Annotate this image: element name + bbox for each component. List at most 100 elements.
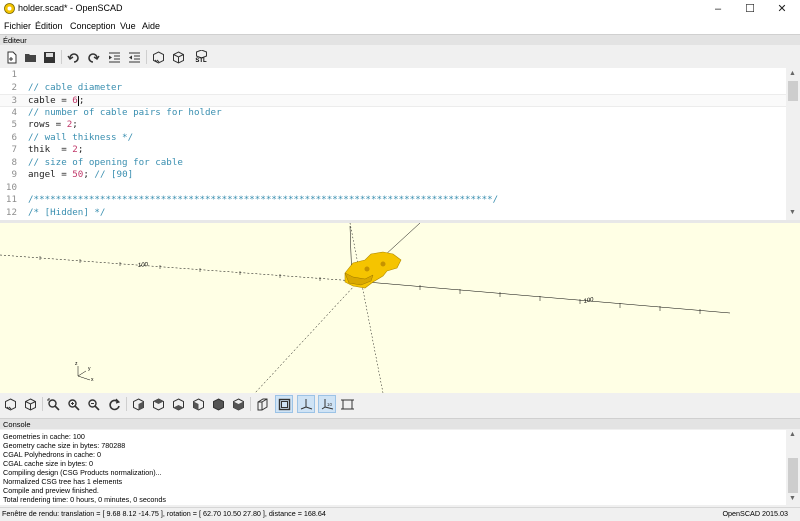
editor-scrollbar[interactable]: ▲ ▼ bbox=[786, 68, 800, 220]
new-file-icon[interactable] bbox=[3, 49, 19, 65]
console-line: CGAL cache size in bytes: 0 bbox=[3, 459, 94, 468]
console-line: Compile and preview finished. bbox=[3, 486, 99, 495]
orthogonal-icon[interactable] bbox=[275, 395, 293, 413]
editor-scroll-thumb[interactable] bbox=[788, 81, 798, 101]
console-panel-title: Console bbox=[0, 418, 800, 429]
view-top-icon[interactable] bbox=[150, 396, 166, 412]
view-left-icon[interactable] bbox=[190, 396, 206, 412]
menu-vue[interactable]: Vue bbox=[120, 21, 136, 31]
code-line[interactable]: 9 angel = 50; // [90] bbox=[0, 169, 786, 182]
redo-icon[interactable] bbox=[85, 49, 101, 65]
axis-indicator-x: x bbox=[91, 377, 94, 383]
code-line[interactable]: 11 /*************************************… bbox=[0, 194, 786, 207]
code-text: // wall thikness */ bbox=[28, 132, 133, 145]
view-right-icon[interactable] bbox=[130, 396, 146, 412]
console-scroll-up[interactable]: ▲ bbox=[789, 431, 796, 438]
toolbar-separator bbox=[250, 397, 251, 411]
axis-x-negative bbox=[0, 254, 356, 282]
console-line: Total rendering time: 0 hours, 0 minutes… bbox=[3, 495, 167, 504]
code-line[interactable]: 3 cable = 6; bbox=[0, 94, 786, 107]
scale-label-right: 100 bbox=[583, 297, 595, 305]
code-line[interactable]: 2 // cable diameter bbox=[0, 82, 786, 95]
close-button[interactable]: ✕ bbox=[765, 0, 799, 18]
code-line[interactable]: 1 bbox=[0, 69, 786, 82]
code-line[interactable]: 5 rows = 2; bbox=[0, 119, 786, 132]
console-scroll-thumb[interactable] bbox=[788, 458, 798, 493]
scroll-down-arrow[interactable]: ▼ bbox=[789, 209, 796, 216]
undo-icon[interactable] bbox=[65, 49, 81, 65]
code-editor[interactable]: 1 2 // cable diameter 3 cable = 6; 4 // number… bbox=[0, 68, 786, 220]
window-title: holder.scad* - OpenSCAD bbox=[18, 3, 123, 13]
axis-z-negative bbox=[254, 284, 356, 393]
code-text: // number of cable pairs for holder bbox=[28, 107, 222, 120]
zoom-out-icon[interactable] bbox=[85, 396, 101, 412]
code-token: /* [Hidden] */ bbox=[28, 206, 106, 218]
console-line: Geometries in cache: 100 bbox=[3, 432, 85, 441]
view-bottom-icon[interactable] bbox=[170, 396, 186, 412]
perspective-icon[interactable] bbox=[254, 396, 270, 412]
code-text: // cable diameter bbox=[28, 82, 122, 95]
code-line[interactable]: 4 // number of cable pairs for holder bbox=[0, 107, 786, 120]
code-line[interactable]: 8 // size of opening for cable bbox=[0, 157, 786, 170]
code-line[interactable]: 6 // wall thikness */ bbox=[0, 132, 786, 145]
scroll-up-arrow[interactable]: ▲ bbox=[789, 70, 796, 77]
menu-conception[interactable]: Conception bbox=[70, 21, 116, 31]
line-number: 12 bbox=[5, 206, 17, 218]
menu-aide[interactable]: Aide bbox=[142, 21, 160, 31]
view-all-icon[interactable] bbox=[45, 396, 61, 412]
maximize-button[interactable]: ☐ bbox=[733, 0, 767, 18]
line-number: 8 bbox=[11, 156, 17, 168]
code-token: // number of cable pairs for holder bbox=[28, 106, 222, 118]
line-number: 5 bbox=[11, 119, 17, 130]
code-token: cable = bbox=[28, 95, 73, 106]
scale-toggle-label: 10 bbox=[327, 402, 333, 407]
status-bar: Fenêtre de rendu: translation = [ 9.68 8… bbox=[0, 507, 800, 521]
code-text: // size of opening for cable bbox=[28, 157, 183, 170]
stl-label: STL bbox=[195, 57, 207, 64]
show-edges-icon[interactable] bbox=[339, 396, 355, 412]
title-bar: holder.scad* - OpenSCAD – ☐ ✕ bbox=[0, 0, 800, 18]
minimize-button[interactable]: – bbox=[701, 0, 735, 18]
3d-viewport[interactable]: 100 100 z y x bbox=[0, 223, 800, 393]
viewport-canvas: 100 100 z y x bbox=[0, 223, 731, 393]
view-front-icon[interactable] bbox=[210, 396, 226, 412]
preview-view-icon[interactable] bbox=[2, 396, 18, 412]
line-number: 6 bbox=[11, 131, 17, 143]
code-text: rows = 2; bbox=[28, 119, 78, 132]
code-line[interactable]: 10 bbox=[0, 182, 786, 195]
render-view-icon[interactable] bbox=[22, 396, 38, 412]
code-token: angel = bbox=[28, 169, 73, 180]
menu-edition[interactable]: Édition bbox=[35, 21, 63, 31]
axis-x-positive bbox=[354, 280, 731, 314]
toolbar-separator bbox=[42, 397, 43, 411]
console-output: Geometries in cache: 100 Geometry cache s… bbox=[0, 430, 786, 505]
indent-icon[interactable] bbox=[106, 49, 122, 65]
zoom-in-icon[interactable] bbox=[65, 396, 81, 412]
export-stl-icon[interactable]: STL bbox=[193, 49, 209, 65]
menu-fichier[interactable]: Fichier bbox=[4, 21, 31, 31]
code-token: ; bbox=[77, 144, 84, 155]
code-token: thik = bbox=[28, 144, 73, 155]
show-axes-icon[interactable] bbox=[297, 395, 315, 413]
line-number: 1 bbox=[11, 69, 17, 80]
save-icon[interactable] bbox=[41, 49, 57, 65]
console-scrollbar[interactable]: ▲ ▼ bbox=[786, 430, 800, 505]
render-icon[interactable] bbox=[170, 49, 186, 65]
unindent-icon[interactable] bbox=[126, 49, 142, 65]
console-line: Normalized CSG tree has 1 elements bbox=[3, 477, 123, 486]
view-back-icon[interactable] bbox=[230, 396, 246, 412]
open-file-icon[interactable] bbox=[22, 49, 38, 65]
code-text: angel = 50; // [90] bbox=[28, 169, 133, 182]
code-token: // size of opening for cable bbox=[28, 156, 183, 168]
reset-view-icon[interactable] bbox=[106, 396, 122, 412]
line-number: 11 bbox=[5, 194, 17, 205]
preview-icon[interactable] bbox=[150, 49, 166, 65]
line-number: 4 bbox=[11, 106, 17, 118]
show-scale-icon[interactable]: 10 bbox=[318, 395, 336, 413]
console-scroll-down[interactable]: ▼ bbox=[789, 495, 796, 502]
code-line[interactable]: 7 thik = 2; bbox=[0, 144, 786, 157]
code-line[interactable]: 12 /* [Hidden] */ bbox=[0, 207, 786, 220]
code-token: 50 bbox=[72, 169, 84, 180]
view-toolbar: 10 bbox=[0, 393, 800, 415]
editor-panel-title: Éditeur bbox=[0, 34, 800, 45]
